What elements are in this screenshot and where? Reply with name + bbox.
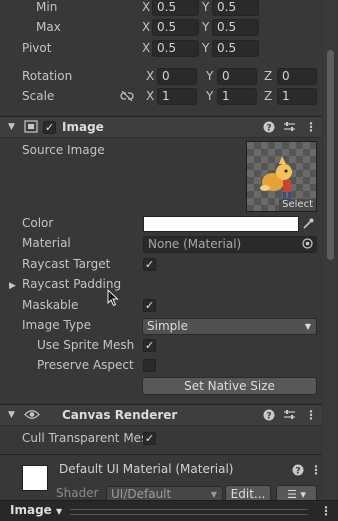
scale-z-field[interactable]: 1 [277, 88, 317, 105]
rotation-z-field[interactable]: 0 [277, 68, 317, 85]
pivot-x-field[interactable]: 0.5 [152, 40, 199, 57]
min-x-axis-label[interactable]: X [142, 0, 150, 14]
material-object-field[interactable]: None (Material) [143, 236, 317, 253]
canvas-renderer-eye-icon [24, 408, 40, 424]
anchor-min-row: Min X 0.5 Y 0.5 [0, 0, 322, 18]
preserve-aspect-checkbox[interactable] [143, 359, 156, 372]
scale-y-field[interactable]: 1 [217, 88, 257, 105]
scale-y-axis-label[interactable]: Y [206, 89, 213, 103]
rotation-label: Rotation [22, 69, 73, 83]
material-more-options-icon[interactable]: ⋮ [310, 463, 322, 477]
material-section-divider [0, 454, 322, 455]
source-image-label: Source Image [22, 143, 105, 157]
max-y-field[interactable]: 0.5 [212, 19, 259, 36]
dropdown-arrow-icon: ▼ [304, 322, 311, 331]
image-component-icon [24, 120, 38, 136]
raycast-target-label: Raycast Target [22, 257, 111, 271]
image-component-header[interactable]: ▼ ✓ Image ? ⋮ [0, 116, 322, 138]
shader-label: Shader [56, 486, 99, 500]
min-x-field[interactable]: 0.5 [152, 0, 199, 16]
scale-row: Scale X 1 Y 1 Z 1 [0, 87, 322, 107]
svg-text:?: ? [295, 467, 300, 477]
maskable-label: Maskable [22, 298, 79, 312]
svg-text:?: ? [266, 124, 271, 134]
image-type-dropdown[interactable]: Simple ▼ [142, 318, 317, 335]
rotation-x-axis-label[interactable]: X [146, 69, 154, 83]
material-help-icon[interactable]: ? [292, 464, 304, 479]
image-type-value: Simple [147, 319, 188, 333]
pivot-row: Pivot X 0.5 Y 0.5 [0, 39, 322, 59]
pivot-label: Pivot [22, 41, 52, 55]
more-options-icon[interactable]: ⋮ [305, 120, 317, 134]
shader-value: UI/Default [111, 487, 172, 501]
material-section-title: Default UI Material (Material) [59, 462, 234, 476]
help-icon[interactable]: ? [263, 121, 275, 136]
preset-settings-icon[interactable] [283, 120, 296, 136]
max-x-field[interactable]: 0.5 [152, 19, 199, 36]
preview-object-label: Image [10, 503, 52, 517]
select-sprite-button[interactable]: Select [279, 199, 316, 211]
canvas-renderer-title: Canvas Renderer [62, 408, 178, 422]
min-y-axis-label[interactable]: Y [202, 0, 209, 14]
anchor-min-label: Min [36, 0, 58, 14]
set-native-size-button[interactable]: Set Native Size [142, 377, 317, 395]
scrollbar-thumb[interactable] [327, 50, 334, 260]
eyedropper-icon[interactable] [302, 217, 314, 233]
foldout-arrow-icon[interactable]: ▼ [8, 408, 15, 422]
mouse-cursor-icon [107, 288, 119, 310]
scale-z-axis-label[interactable]: Z [264, 89, 272, 103]
help-icon[interactable]: ? [263, 409, 275, 424]
scale-label: Scale [22, 89, 55, 103]
min-y-field[interactable]: 0.5 [212, 0, 259, 16]
use-sprite-mesh-checkbox[interactable]: ✓ [143, 339, 156, 352]
preview-more-options-icon[interactable]: ⋮ [320, 504, 332, 518]
anchor-max-label: Max [36, 20, 61, 34]
rotation-x-field[interactable]: 0 [157, 68, 197, 85]
scale-x-field[interactable]: 1 [157, 88, 197, 105]
anchor-max-row: Max X 0.5 Y 0.5 [0, 18, 322, 38]
material-label: Material [22, 236, 71, 250]
rotation-z-axis-label[interactable]: Z [264, 69, 272, 83]
more-options-icon[interactable]: ⋮ [305, 408, 317, 422]
canvas-renderer-header[interactable]: ▼ Canvas Renderer ? ⋮ [0, 404, 322, 426]
foldout-arrow-icon[interactable]: ▼ [8, 120, 15, 134]
preview-bottom-bar: Image ▼ ⋮ [0, 500, 338, 521]
max-x-axis-label[interactable]: X [142, 20, 150, 34]
raycast-padding-foldout-icon[interactable]: ▶ [9, 279, 16, 293]
inspector-scrollbar[interactable] [324, 0, 336, 500]
preview-object-dropdown[interactable]: Image ▼ [10, 503, 62, 517]
material-preview-swatch [22, 465, 48, 491]
use-sprite-mesh-label: Use Sprite Mesh [37, 338, 135, 352]
object-picker-icon[interactable] [302, 238, 313, 252]
cull-transparent-mesh-checkbox[interactable]: ✓ [143, 432, 156, 445]
pivot-y-axis-label[interactable]: Y [202, 41, 209, 55]
pivot-x-axis-label[interactable]: X [142, 41, 150, 55]
material-value: None (Material) [148, 237, 242, 251]
svg-text:?: ? [266, 412, 271, 422]
image-component-title: Image [62, 120, 104, 134]
preserve-aspect-label: Preserve Aspect [37, 358, 134, 372]
raycast-target-checkbox[interactable]: ✓ [143, 258, 156, 271]
max-y-axis-label[interactable]: Y [202, 20, 209, 34]
preset-settings-icon[interactable] [283, 408, 296, 424]
color-field[interactable] [143, 216, 299, 232]
preview-drag-handle[interactable] [70, 509, 308, 515]
rotation-row: Rotation X 0 Y 0 Z 0 [0, 67, 322, 87]
color-label: Color [22, 216, 54, 230]
source-image-thumbnail[interactable]: Select [246, 141, 317, 212]
pivot-y-field[interactable]: 0.5 [212, 40, 259, 57]
rotation-y-field[interactable]: 0 [217, 68, 257, 85]
cull-transparent-mesh-label: Cull Transparent Mes [22, 431, 148, 445]
maskable-checkbox[interactable]: ✓ [143, 299, 156, 312]
image-type-label: Image Type [22, 318, 91, 332]
rotation-y-axis-label[interactable]: Y [206, 69, 213, 83]
dropdown-arrow-icon: ▼ [55, 507, 63, 516]
constrain-proportions-icon[interactable] [120, 90, 134, 105]
scale-x-axis-label[interactable]: X [146, 89, 154, 103]
image-enabled-checkbox[interactable]: ✓ [43, 121, 56, 134]
